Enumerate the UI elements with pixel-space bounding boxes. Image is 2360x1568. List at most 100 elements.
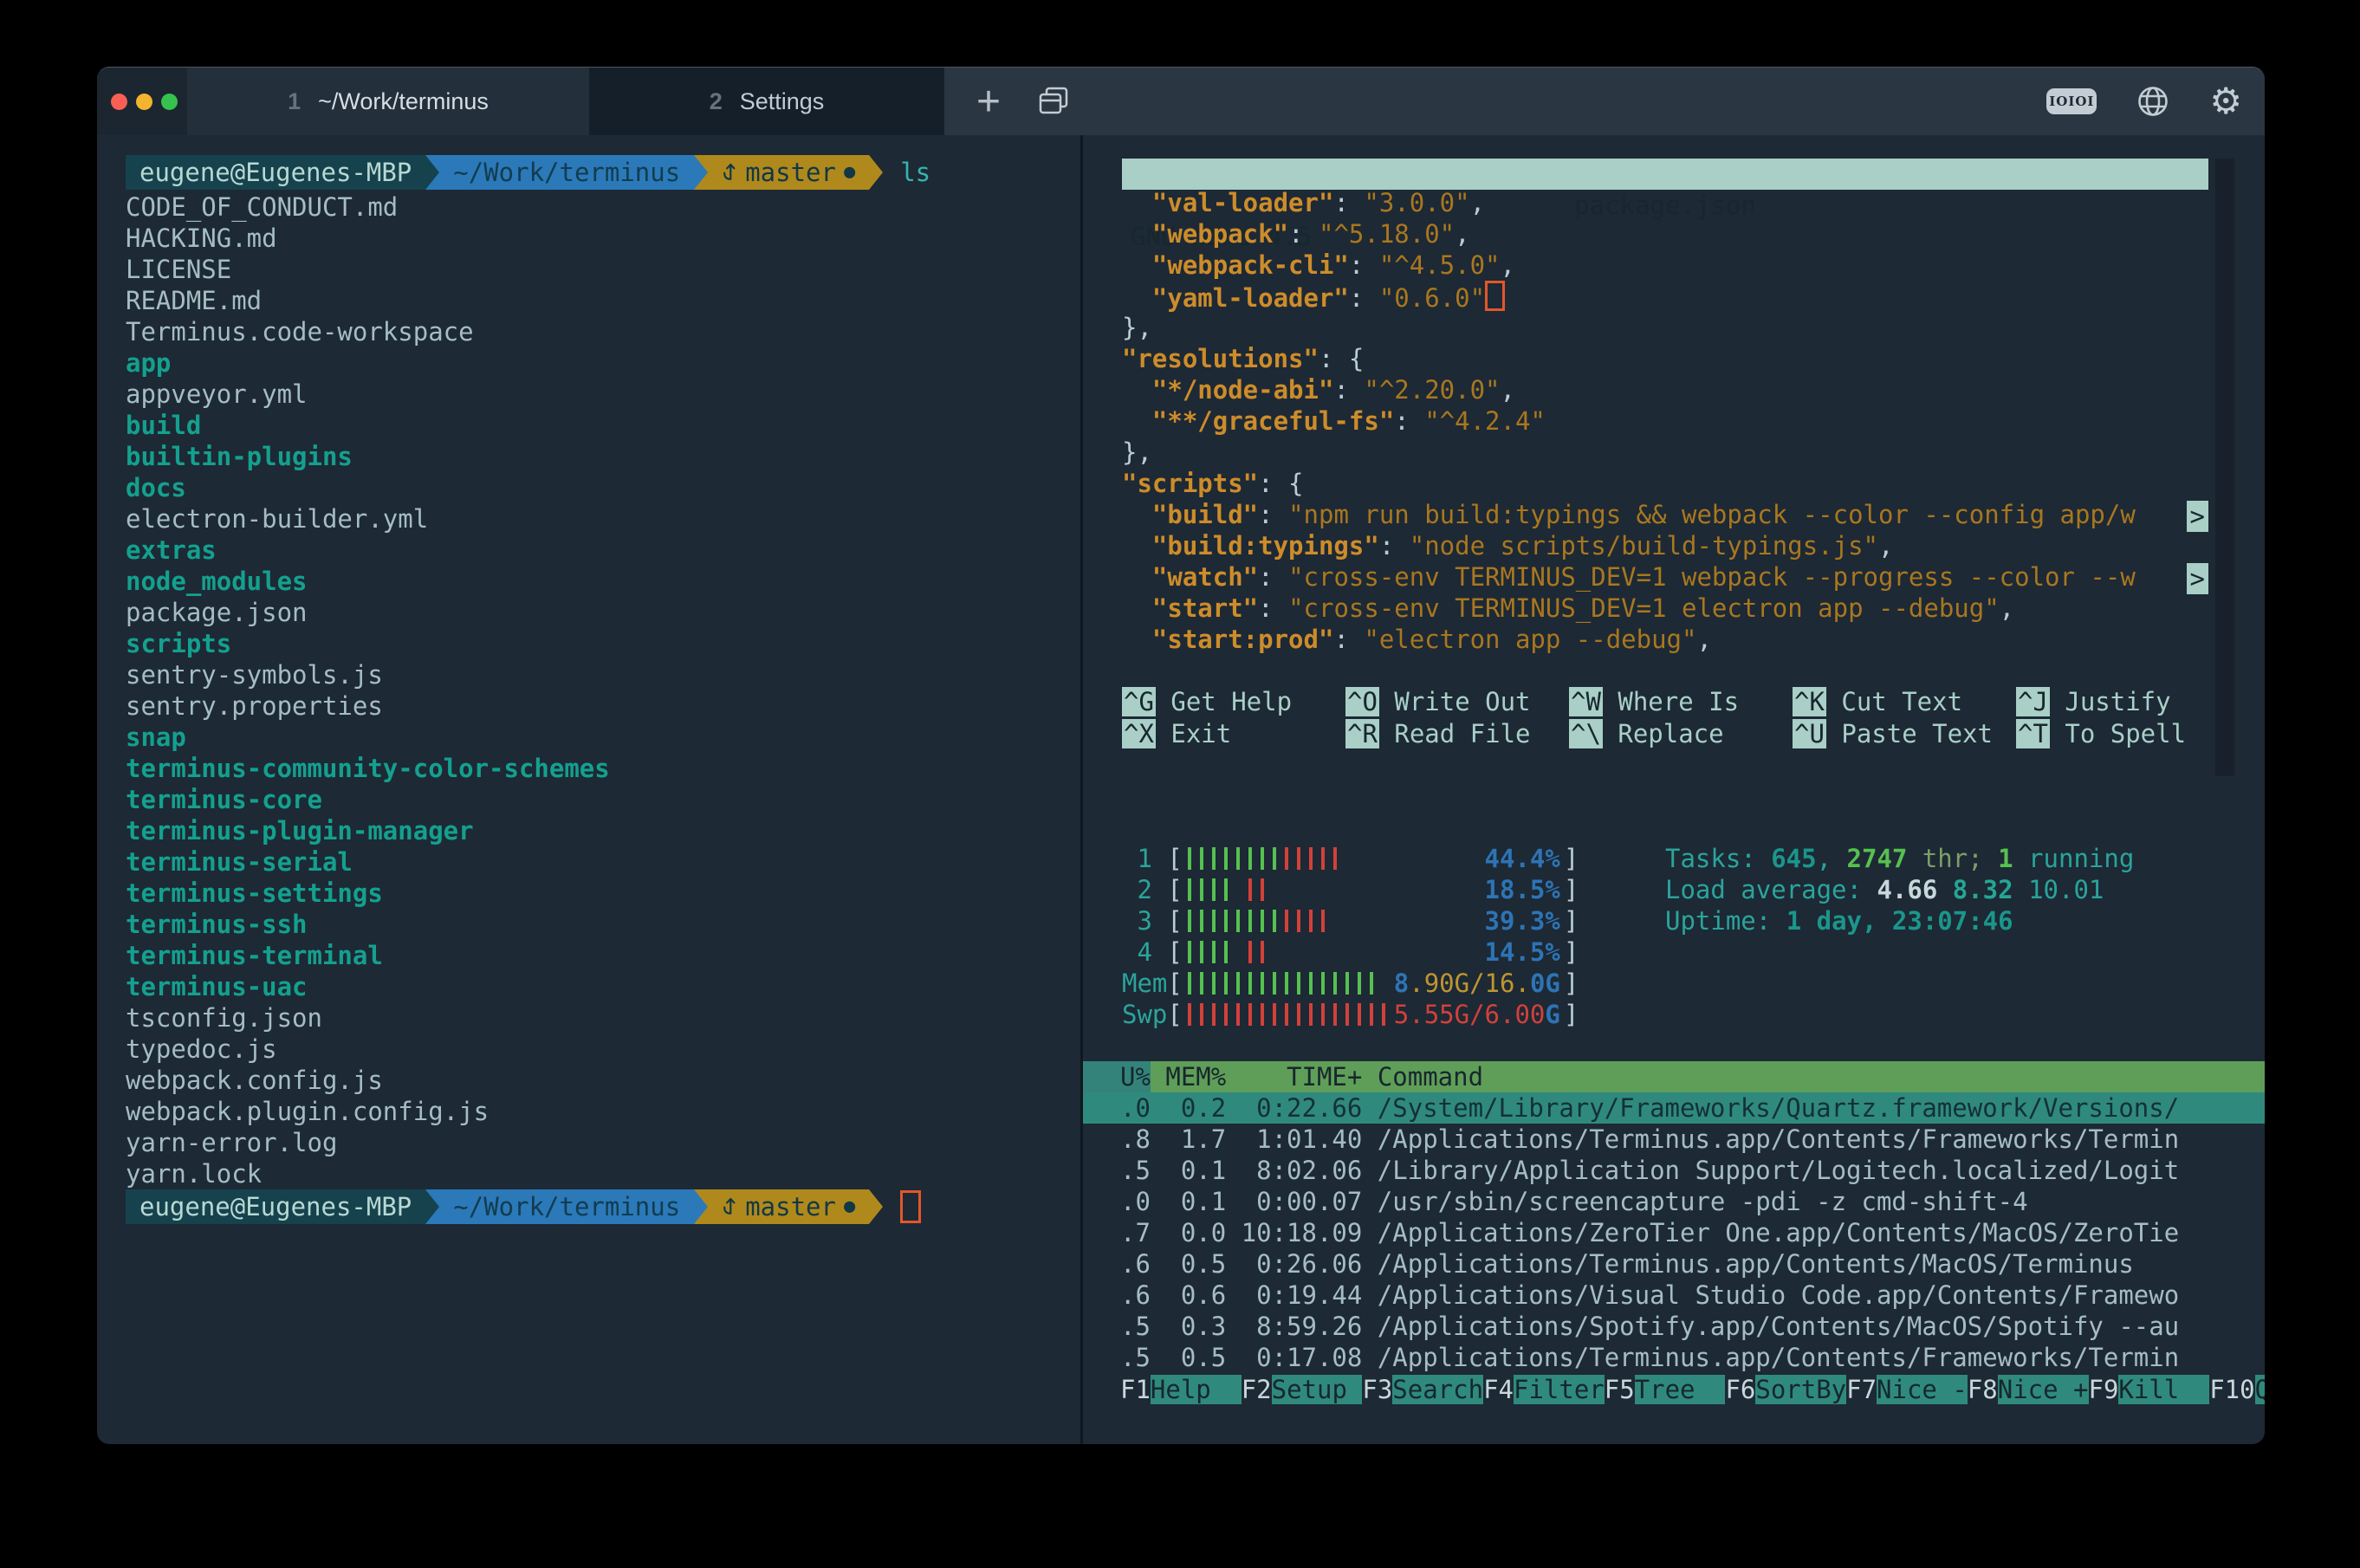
shortcut-key: ^U (1793, 719, 1826, 748)
fkey-filter[interactable]: F4Filter (1483, 1374, 1605, 1406)
ls-entry-dir: extras (126, 535, 1080, 566)
process-row[interactable]: .8 1.7 1:01.40 /Applications/Terminus.ap… (1083, 1124, 2265, 1155)
fkey-number: F6 (1725, 1375, 1755, 1404)
process-row[interactable]: .0 0.1 0:00.07 /usr/sbin/screencapture -… (1083, 1186, 2265, 1217)
nano-shortcut[interactable]: ^R Read File (1345, 718, 1569, 749)
fkey-setup[interactable]: F2Setup (1242, 1374, 1363, 1406)
nano-shortcut[interactable]: ^U Paste Text (1793, 718, 2016, 749)
nano-line: "build": "npm run build:typings && webpa… (1122, 499, 2208, 530)
git-branch-name: master (745, 1189, 836, 1224)
nano-line: "scripts": { (1122, 468, 2208, 499)
ls-entry-dir: terminus-uac (126, 971, 1080, 1002)
tab-number: 2 (710, 88, 723, 115)
process-table-header[interactable]: U% MEM% TIME+ Command (1083, 1061, 2265, 1092)
ls-entry-file: yarn.lock (126, 1158, 1080, 1189)
htop-sysinfo: Tasks: 645, 2747 thr; 1 runningLoad aver… (1665, 843, 2134, 936)
htop-meter: 3 [39.3%] (1122, 905, 1579, 936)
ls-entry-file: sentry-symbols.js (126, 659, 1080, 690)
nano-shortcut[interactable]: ^G Get Help (1122, 686, 1345, 717)
typed-command: ls (900, 157, 930, 188)
powerline-arrow-icon (869, 1189, 883, 1224)
ls-entry-dir: terminus-terminal (126, 940, 1080, 971)
fkey-search[interactable]: F3Search (1362, 1374, 1483, 1406)
globe-icon[interactable] (2136, 85, 2169, 118)
sort-column-header[interactable]: U% (1083, 1061, 1151, 1092)
fkey-label: Setup (1272, 1375, 1363, 1404)
ls-entry-file: package.json (126, 597, 1080, 628)
htop-fkey-bar: F1Help F2Setup F3SearchF4FilterF5Tree F6… (1083, 1374, 2265, 1406)
ls-entry-dir: terminus-plugin-manager (126, 815, 1080, 846)
process-row[interactable]: .5 0.5 0:17.08 /Applications/Terminus.ap… (1083, 1342, 2265, 1373)
ls-entry-file: HACKING.md (126, 223, 1080, 254)
ls-entry-dir: terminus-settings (126, 878, 1080, 909)
fkey-sortby[interactable]: F6SortBy (1725, 1374, 1846, 1406)
serial-port-icon[interactable]: IOIOI (2046, 88, 2097, 114)
new-window-button[interactable] (1019, 68, 1088, 135)
fkey-help[interactable]: F1Help (1120, 1374, 1242, 1406)
nano-line: "val-loader": "3.0.0", (1122, 187, 2208, 218)
gear-icon[interactable]: ⚙ (2209, 83, 2242, 120)
shortcut-label: Where Is (1603, 687, 1739, 716)
nano-title-bar: package.json GNU nano 4.5 (1122, 159, 2208, 190)
zoom-button[interactable] (161, 94, 178, 110)
nano-shortcut[interactable]: ^O Write Out (1345, 686, 1569, 717)
shortcut-label: Get Help (1156, 687, 1292, 716)
nano-shortcut[interactable]: ^T To Spell (2016, 718, 2240, 749)
tab-work-terminus[interactable]: 1 ~/Work/terminus (187, 68, 589, 135)
shortcut-key: ^W (1569, 687, 1603, 716)
fkey-quit[interactable]: F10Quit (2209, 1374, 2265, 1406)
uptime-line: Uptime: 1 day, 23:07:46 (1665, 905, 2134, 936)
fkey-number: F3 (1362, 1375, 1392, 1404)
new-tab-button[interactable]: + (958, 68, 1019, 135)
shortcut-key: ^J (2016, 687, 2050, 716)
nano-shortcut[interactable]: ^\ Replace (1569, 718, 1793, 749)
fkey-nice-[interactable]: F8Nice + (1968, 1374, 2089, 1406)
process-row[interactable]: .5 0.1 8:02.06 /Library/Application Supp… (1083, 1155, 2265, 1186)
nano-line: "webpack": "^5.18.0", (1122, 218, 2208, 249)
nano-shortcut[interactable]: ^X Exit (1122, 718, 1345, 749)
nano-shortcut-bar: ^G Get Help^O Write Out^W Where Is^K Cut… (1122, 686, 2257, 750)
minimize-button[interactable] (136, 94, 152, 110)
htop-meter: Mem[8.90G/16.0G] (1122, 968, 1579, 999)
close-button[interactable] (111, 94, 127, 110)
nano-shortcut[interactable]: ^W Where Is (1569, 686, 1793, 717)
split-panes: eugene@Eugenes-MBP ~/Work/terminus maste… (97, 135, 2265, 1444)
ls-entry-dir: app (126, 347, 1080, 379)
process-row[interactable]: .0 0.2 0:22.66 /System/Library/Framework… (1083, 1092, 2265, 1124)
fkey-label: Help (1151, 1375, 1242, 1404)
shortcut-label: Exit (1156, 719, 1231, 748)
ls-entry-file: tsconfig.json (126, 1002, 1080, 1033)
terminal-pane-right[interactable]: package.json GNU nano 4.5 "val-loader": … (1083, 135, 2265, 1444)
fkey-label: SortBy (1755, 1375, 1846, 1404)
powerline-arrow-icon (425, 155, 439, 190)
process-row[interactable]: .7 0.0 10:18.09 /Applications/ZeroTier O… (1083, 1217, 2265, 1248)
process-row[interactable]: .5 0.3 8:59.26 /Applications/Spotify.app… (1083, 1311, 2265, 1342)
prompt-user-segment: eugene@Eugenes-MBP (126, 1189, 425, 1224)
ls-entry-dir: terminus-ssh (126, 909, 1080, 940)
windows-icon (1037, 85, 1070, 118)
powerline-arrow-icon (694, 1189, 708, 1224)
fkey-kill[interactable]: F9Kill (2089, 1374, 2210, 1406)
fkey-tree[interactable]: F5Tree (1605, 1374, 1726, 1406)
git-branch-icon (722, 1195, 737, 1219)
ls-entry-dir: terminus-serial (126, 846, 1080, 878)
process-row[interactable]: .6 0.6 0:19.44 /Applications/Visual Stud… (1083, 1280, 2265, 1311)
ls-entry-dir: builtin-plugins (126, 441, 1080, 472)
nano-scrollbar[interactable] (2215, 159, 2234, 776)
nano-shortcut[interactable]: ^J Justify (2016, 686, 2240, 717)
nano-shortcut[interactable]: ^K Cut Text (1793, 686, 2016, 717)
terminal-pane-left[interactable]: eugene@Eugenes-MBP ~/Work/terminus maste… (97, 135, 1083, 1444)
nano-line: "resolutions": { (1122, 343, 2208, 374)
powerline-arrow-icon (694, 155, 708, 190)
nano-editor[interactable]: "val-loader": "3.0.0", "webpack": "^5.18… (1122, 187, 2208, 655)
process-row[interactable]: .6 0.5 0:26.06 /Applications/Terminus.ap… (1083, 1248, 2265, 1280)
tab-settings[interactable]: 2 Settings (589, 68, 944, 135)
shortcut-key: ^X (1122, 719, 1156, 748)
plus-icon: + (976, 78, 1001, 126)
terminal-window: 1 ~/Work/terminus 2 Settings + IOIOI (97, 67, 2265, 1444)
tasks-line: Tasks: 645, 2747 thr; 1 running (1665, 843, 2134, 874)
fkey-nice-[interactable]: F7Nice - (1846, 1374, 1968, 1406)
ls-entry-dir: node_modules (126, 566, 1080, 597)
nano-line: }, (1122, 437, 2208, 468)
shortcut-label: Read File (1379, 719, 1531, 748)
